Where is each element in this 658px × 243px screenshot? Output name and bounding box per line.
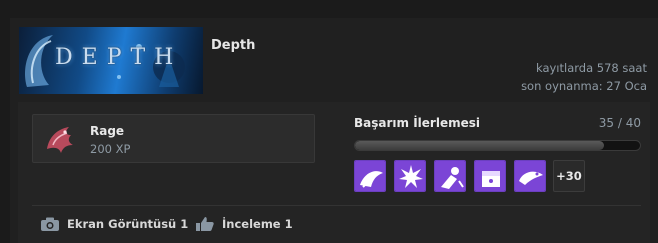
achievement-diver-icon[interactable] bbox=[434, 160, 466, 192]
xp-badge-card[interactable]: Rage 200 XP bbox=[32, 114, 315, 163]
thumbs-up-icon bbox=[196, 217, 214, 231]
achievement-treasure-icon[interactable] bbox=[474, 160, 506, 192]
achievement-count: 35 / 40 bbox=[598, 116, 641, 130]
achievement-shark-icon[interactable] bbox=[354, 160, 386, 192]
xp-badge-title: Rage bbox=[90, 124, 125, 138]
game-banner[interactable]: DEPTH bbox=[19, 27, 203, 94]
more-achievements-button[interactable]: +30 bbox=[553, 160, 585, 192]
reviews-link[interactable]: İnceleme 1 bbox=[195, 215, 293, 233]
last-played: son oynanma: 27 Oca bbox=[521, 79, 647, 93]
playtime-stats: kayıtlarda 578 saat son oynanma: 27 Oca bbox=[521, 59, 647, 95]
screenshots-label: Ekran Görüntüsü 1 bbox=[67, 217, 189, 231]
game-header: DEPTH Depth kayıtlarda 578 saat son oyna… bbox=[10, 18, 658, 102]
divider bbox=[32, 205, 641, 206]
hours-on-record: kayıtlarda 578 saat bbox=[536, 61, 647, 75]
rage-badge-icon bbox=[47, 127, 73, 153]
screenshots-link[interactable]: Ekran Görüntüsü 1 bbox=[40, 215, 188, 233]
game-panel: DEPTH Depth kayıtlarda 578 saat son oyna… bbox=[10, 18, 658, 243]
camera-icon bbox=[41, 217, 59, 231]
game-details: Rage 200 XP Başarım İlerlemesi 35 / 40 +… bbox=[18, 102, 650, 243]
xp-points: 200 XP bbox=[90, 142, 131, 156]
achievement-progress-fill bbox=[355, 141, 605, 150]
achievement-progress-bar bbox=[354, 140, 641, 151]
game-title[interactable]: Depth bbox=[211, 38, 255, 53]
reviews-label: İnceleme 1 bbox=[222, 217, 293, 231]
achievement-explosion-icon[interactable] bbox=[394, 160, 426, 192]
banner-logo-text: DEPTH bbox=[55, 45, 183, 70]
achievement-progress-label: Başarım İlerlemesi bbox=[354, 116, 480, 130]
achievement-shark-bite-icon[interactable] bbox=[514, 160, 546, 192]
